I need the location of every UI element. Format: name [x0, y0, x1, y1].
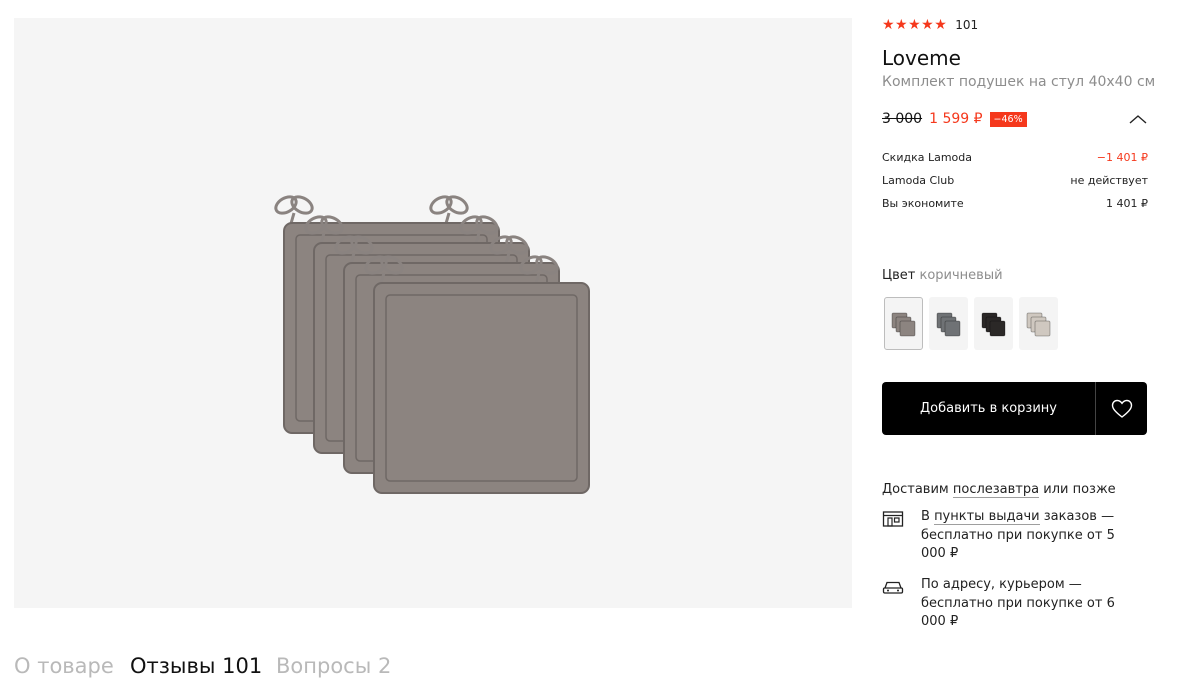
pickup-point-icon — [882, 511, 904, 527]
tab-reviews[interactable]: Отзывы 101 — [130, 654, 262, 678]
tab-about[interactable]: О товаре — [14, 654, 114, 678]
breakdown-value: не действует — [1070, 174, 1148, 187]
color-value: коричневый — [919, 268, 1003, 283]
color-swatches — [884, 297, 1058, 350]
rating-stars: ★★★★★ — [882, 17, 948, 33]
delivery-date-link[interactable]: послезавтра — [952, 482, 1040, 498]
pickup-points-link[interactable]: пункты выдачи — [934, 509, 1040, 525]
old-price: 3 000 — [882, 111, 923, 127]
rating-count: 101 — [955, 18, 979, 32]
car-icon — [882, 581, 904, 594]
swatch-cushion — [989, 320, 1005, 336]
delivery-option-courier: По адресу, курьером — бесплатно при поку… — [882, 576, 1148, 632]
breakdown-label: Скидка Lamoda — [882, 151, 972, 164]
rating[interactable]: ★★★★★ 101 — [882, 16, 978, 34]
breakdown-label: Вы экономите — [882, 197, 964, 210]
delivery-prefix: Доставим — [882, 482, 949, 497]
cushion-set-illustration — [274, 195, 590, 494]
discount-badge: −46% — [989, 111, 1027, 127]
breakdown-row-club: Lamoda Club не действует — [882, 174, 1148, 197]
price-row: 3 000 1 599 ₽ −46% — [882, 109, 1148, 129]
color-swatch-black[interactable] — [974, 297, 1013, 350]
chevron-up-icon[interactable] — [1128, 111, 1148, 127]
swatch-cushion — [1034, 320, 1050, 336]
color-label: Цвет коричневый — [882, 268, 1003, 283]
color-swatch-beige[interactable] — [1019, 297, 1058, 350]
heart-icon — [1111, 399, 1132, 418]
breakdown-row-savings: Вы экономите 1 401 ₽ — [882, 197, 1148, 220]
delivery-title: Доставим послезавтра или позже — [882, 482, 1116, 498]
purchase-actions: Добавить в корзину — [882, 382, 1147, 435]
breakdown-value: −1 401 ₽ — [1096, 151, 1148, 164]
swatch-cushion — [899, 320, 915, 336]
cushion — [364, 255, 590, 494]
color-label-text: Цвет — [882, 268, 916, 283]
favorite-button[interactable] — [1095, 382, 1147, 435]
pickup-pre: В — [921, 509, 930, 524]
breakdown-label: Lamoda Club — [882, 174, 955, 187]
delivery-option-pickup: В пункты выдачи заказов — бесплатно при … — [882, 508, 1148, 564]
color-swatch-brown[interactable] — [884, 297, 923, 350]
price-breakdown: Скидка Lamoda −1 401 ₽ Lamoda Club не де… — [882, 151, 1148, 220]
color-swatch-gray[interactable] — [929, 297, 968, 350]
breakdown-value: 1 401 ₽ — [1106, 197, 1148, 210]
delivery-suffix: или позже — [1043, 482, 1116, 497]
swatch-cushion — [944, 320, 960, 336]
product-title: Комплект подушек на стул 40х40 см — [882, 74, 1156, 90]
new-price: 1 599 ₽ — [929, 111, 983, 127]
product-image[interactable] — [14, 18, 852, 608]
courier-text: По адресу, курьером — бесплатно при поку… — [921, 577, 1115, 629]
tab-questions[interactable]: Вопросы 2 — [276, 654, 391, 678]
add-to-cart-button[interactable]: Добавить в корзину — [882, 382, 1095, 435]
breakdown-row-discount: Скидка Lamoda −1 401 ₽ — [882, 151, 1148, 174]
brand-name[interactable]: Loveme — [882, 46, 961, 70]
